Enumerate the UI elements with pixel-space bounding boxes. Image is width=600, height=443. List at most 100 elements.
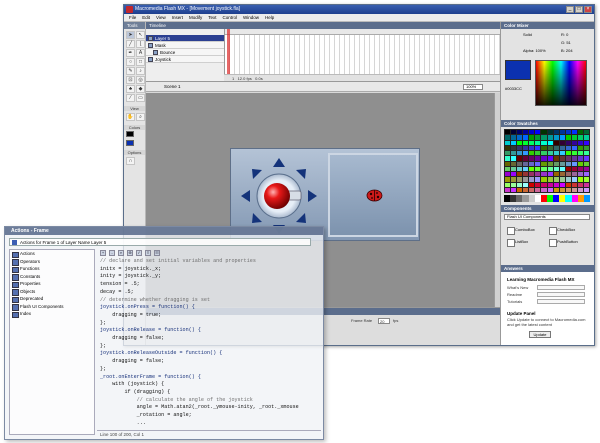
swatch-cell[interactable] — [529, 156, 535, 161]
eraser-tool-icon[interactable]: ▭ — [136, 94, 145, 102]
maximize-button[interactable]: □ — [575, 6, 583, 13]
swatch-cell[interactable] — [583, 156, 589, 161]
swatch-cell[interactable] — [571, 135, 577, 140]
swatch-cell[interactable] — [571, 151, 577, 156]
swatch-cell[interactable] — [517, 182, 523, 187]
swatch-cell[interactable] — [553, 177, 559, 182]
swatch-cell[interactable] — [517, 145, 523, 150]
stroke-color-swatch[interactable] — [126, 131, 134, 137]
swatch-cell[interactable] — [577, 166, 583, 171]
code-line[interactable]: if (dragging) { — [100, 389, 321, 397]
toolbox-item-ui-components[interactable]: Flash UI Components — [10, 303, 94, 310]
tutorials-field[interactable] — [537, 299, 585, 304]
swatch-cell[interactable] — [565, 151, 571, 156]
swatch-cell[interactable] — [535, 187, 541, 192]
swatch-cell[interactable] — [523, 177, 529, 182]
code-line[interactable]: // determine whether dragging is set — [100, 297, 321, 305]
code-line[interactable]: }; — [100, 320, 321, 328]
code-line[interactable]: ... — [100, 420, 321, 426]
find-icon[interactable]: ⌕ — [118, 250, 124, 256]
swatch-cell[interactable] — [505, 156, 511, 161]
frame-grid[interactable] — [224, 29, 501, 75]
swatch-cell[interactable] — [565, 130, 571, 135]
swatch-cell[interactable] — [571, 156, 577, 161]
swatch-cell[interactable] — [541, 130, 547, 135]
layer-row[interactable]: Layer 5 — [146, 35, 224, 42]
swatch-cell[interactable] — [577, 135, 583, 140]
swatch-cell[interactable] — [523, 182, 529, 187]
swatch-cell[interactable] — [517, 135, 523, 140]
swatch-cell[interactable] — [559, 172, 565, 177]
swatch-cell[interactable] — [559, 130, 565, 135]
swatch-cell[interactable] — [517, 172, 523, 177]
swatch-cell[interactable] — [559, 161, 565, 166]
swatch-cell[interactable] — [535, 161, 541, 166]
insert-target-path-icon[interactable]: ⊕ — [127, 250, 133, 256]
close-button[interactable]: × — [584, 6, 592, 13]
swatch-cell[interactable] — [547, 130, 553, 135]
swatch-cell[interactable] — [583, 187, 589, 192]
swatch-cell[interactable] — [553, 145, 559, 150]
fill-transform-tool-icon[interactable]: ◎ — [136, 76, 145, 84]
swatch-cell[interactable] — [517, 187, 523, 192]
menu-modify[interactable]: Modify — [189, 14, 202, 21]
swatch-cell[interactable] — [523, 172, 529, 177]
swatch-cell[interactable] — [553, 161, 559, 166]
component-pushbutton[interactable]: PushButton — [549, 239, 578, 247]
swatch-cell[interactable] — [511, 135, 517, 140]
swatch-cell[interactable] — [553, 130, 559, 135]
swatch-cell[interactable] — [505, 145, 511, 150]
swatch-cell[interactable] — [559, 182, 565, 187]
swatch-cell[interactable] — [553, 135, 559, 140]
swatch-cell[interactable] — [577, 130, 583, 135]
swatch-cell[interactable] — [535, 135, 541, 140]
arrow-tool-icon[interactable]: ➤ — [126, 31, 135, 39]
swatch-cell[interactable] — [517, 156, 523, 161]
swatch-cell[interactable] — [553, 182, 559, 187]
swatch-cell[interactable] — [535, 145, 541, 150]
hand-tool-icon[interactable]: ✋ — [126, 113, 135, 121]
actions-target-select[interactable]: Actions for Frame 1 of Layer Name Layer … — [9, 238, 311, 246]
toolbox-item-functions[interactable]: Functions — [10, 265, 94, 273]
swatch-cell[interactable] — [517, 166, 523, 171]
swatch-cell[interactable] — [577, 161, 583, 166]
swatch-cell[interactable] — [547, 151, 553, 156]
swatch-cell[interactable] — [583, 145, 589, 150]
swatch-cell[interactable] — [529, 151, 535, 156]
code-line[interactable]: _root.onEnterFrame = function() { — [100, 374, 321, 382]
swatch-cell[interactable] — [553, 166, 559, 171]
swatch-cell[interactable] — [511, 151, 517, 156]
swatch-cell[interactable] — [571, 187, 577, 192]
swatch-cell[interactable] — [529, 166, 535, 171]
blue-value[interactable]: B: 204 — [561, 48, 573, 53]
code-line[interactable]: joystick.onReleaseOutside = function() { — [100, 350, 321, 358]
swatch-cell[interactable] — [523, 130, 529, 135]
alpha-value[interactable]: Alpha: 100% — [523, 48, 546, 53]
menu-insert[interactable]: Insert — [172, 14, 183, 21]
ink-bottle-tool-icon[interactable]: ♣ — [126, 85, 135, 93]
swatch-cell[interactable] — [547, 135, 553, 140]
swatch-cell[interactable] — [523, 140, 529, 145]
swatch-cell[interactable] — [505, 187, 511, 192]
swatch-cell[interactable] — [541, 166, 547, 171]
toolbox-item-deprecated[interactable]: Deprecated — [10, 295, 94, 303]
swatch-cell[interactable] — [553, 172, 559, 177]
swatch-strip[interactable] — [504, 195, 590, 202]
frame-rate-input[interactable]: 20 — [378, 318, 390, 324]
code-line[interactable]: joystick.onPress = function() { — [100, 304, 321, 312]
swatch-cell[interactable] — [553, 156, 559, 161]
component-combobox[interactable]: ComboBox — [507, 227, 535, 235]
swatch-cell[interactable] — [505, 161, 511, 166]
remove-statement-icon[interactable]: - — [109, 250, 115, 256]
whats-new-link[interactable]: What's New — [507, 285, 528, 290]
script-editor[interactable]: // declare and set initial variables and… — [97, 258, 321, 426]
toolbox-item-properties[interactable]: Properties — [10, 280, 94, 288]
mixer-color-swatch[interactable] — [505, 60, 531, 80]
swatch-cell[interactable] — [505, 130, 511, 135]
swatch-cell[interactable] — [565, 177, 571, 182]
swatch-cell[interactable] — [523, 145, 529, 150]
swatch-cell[interactable] — [547, 172, 553, 177]
toolbox-item-operators[interactable]: Operators — [10, 258, 94, 265]
swatch-cell[interactable] — [547, 161, 553, 166]
swatch-cell[interactable] — [505, 182, 511, 187]
